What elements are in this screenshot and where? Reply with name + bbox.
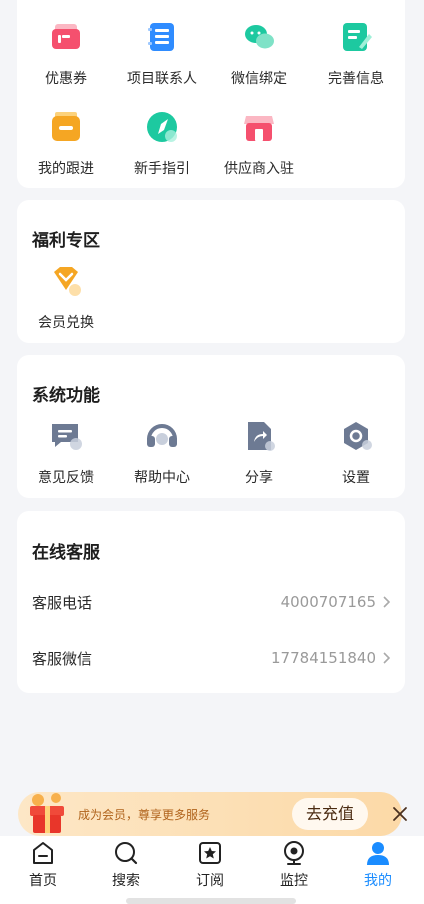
- edit-info-icon: [343, 23, 372, 51]
- compass-icon: [147, 112, 177, 142]
- project-contact-entry[interactable]: 项目联系人: [114, 20, 210, 88]
- profile-icon: [367, 842, 389, 865]
- close-icon[interactable]: [390, 804, 410, 824]
- settings-icon: [344, 422, 372, 450]
- tab-search[interactable]: 搜索: [86, 840, 166, 890]
- tools-card: 优惠券 项目联系人 微信绑定 完善信息 我的跟进 新手指引 供应商入驻: [17, 0, 405, 188]
- feedback-label: 意见反馈: [38, 470, 94, 486]
- supplier-join-entry[interactable]: 供应商入驻: [211, 110, 307, 178]
- complete-info-label: 完善信息: [328, 71, 384, 87]
- beginner-guide-label: 新手指引: [134, 161, 190, 177]
- service-phone-value: 4000707165: [280, 593, 376, 611]
- diamond-icon: [54, 267, 81, 296]
- service-card: 在线客服 客服电话 4000707165 客服微信 17784151840: [17, 511, 405, 693]
- recharge-button[interactable]: 去充值: [292, 798, 368, 830]
- help-center-label: 帮助中心: [134, 470, 190, 486]
- tab-monitor[interactable]: 监控: [254, 840, 334, 890]
- chevron-right-icon: [383, 652, 390, 664]
- tab-home[interactable]: 首页: [3, 840, 83, 890]
- follow-up-icon: [52, 112, 80, 141]
- search-icon: [115, 842, 138, 865]
- wechat-bind-entry[interactable]: 微信绑定: [211, 20, 307, 88]
- member-exchange-entry[interactable]: 会员兑换: [18, 264, 114, 332]
- my-follow-label: 我的跟进: [38, 161, 94, 177]
- home-icon: [33, 842, 53, 864]
- share-label: 分享: [245, 470, 273, 486]
- share-icon: [248, 422, 275, 451]
- project-contact-label: 项目联系人: [127, 71, 197, 87]
- promo-text: 成为会员，尊享更多服务: [78, 808, 211, 822]
- settings-label: 设置: [342, 470, 370, 486]
- supplier-join-label: 供应商入驻: [224, 161, 294, 177]
- tab-home-label: 首页: [29, 873, 57, 889]
- chevron-right-icon: [383, 596, 390, 608]
- coupon-label: 优惠券: [45, 71, 87, 87]
- tab-subscribe[interactable]: 订阅: [170, 840, 250, 890]
- contact-book-icon: [148, 23, 174, 51]
- wechat-bind-label: 微信绑定: [231, 71, 287, 87]
- feedback-entry[interactable]: 意见反馈: [18, 419, 114, 487]
- system-card: 系统功能 意见反馈 帮助中心 分享 设置: [17, 355, 405, 498]
- service-title: 在线客服: [32, 543, 100, 563]
- bottom-tab-bar: 首页 搜索 订阅 监控 我的: [0, 836, 424, 904]
- monitor-icon: [284, 841, 304, 865]
- help-center-entry[interactable]: 帮助中心: [114, 419, 210, 487]
- service-wechat-value: 17784151840: [271, 649, 376, 667]
- gift-box-icon: [30, 793, 64, 833]
- service-phone-value-wrap: 4000707165: [281, 593, 390, 611]
- service-wechat-label: 客服微信: [32, 649, 93, 668]
- wechat-icon: [245, 25, 274, 49]
- complete-info-entry[interactable]: 完善信息: [308, 20, 404, 88]
- service-wechat-row[interactable]: 客服微信 17784151840: [32, 638, 390, 678]
- feedback-icon: [52, 424, 82, 450]
- service-wechat-value-wrap: 17784151840: [271, 649, 390, 667]
- tab-subscribe-label: 订阅: [196, 873, 224, 889]
- tab-monitor-label: 监控: [280, 873, 308, 889]
- service-phone-label: 客服电话: [32, 593, 93, 612]
- headset-icon: [147, 424, 177, 447]
- coupon-icon: [52, 24, 80, 49]
- coupon-entry[interactable]: 优惠券: [18, 20, 114, 88]
- member-exchange-label: 会员兑换: [38, 315, 94, 331]
- tab-profile-label: 我的: [364, 873, 392, 889]
- share-entry[interactable]: 分享: [211, 419, 307, 487]
- system-title: 系统功能: [32, 386, 100, 406]
- service-phone-row[interactable]: 客服电话 4000707165: [32, 582, 390, 622]
- member-promo-banner[interactable]: 成为会员，尊享更多服务 去充值: [18, 792, 407, 836]
- settings-entry[interactable]: 设置: [308, 419, 404, 487]
- tab-search-label: 搜索: [112, 873, 140, 889]
- home-indicator: [126, 898, 296, 904]
- subscribe-icon: [199, 842, 221, 864]
- welfare-title: 福利专区: [32, 231, 100, 251]
- shop-icon: [244, 116, 274, 141]
- tab-profile[interactable]: 我的: [338, 840, 418, 890]
- beginner-guide-entry[interactable]: 新手指引: [114, 110, 210, 178]
- my-follow-entry[interactable]: 我的跟进: [18, 110, 114, 178]
- welfare-card: 福利专区 会员兑换: [17, 200, 405, 343]
